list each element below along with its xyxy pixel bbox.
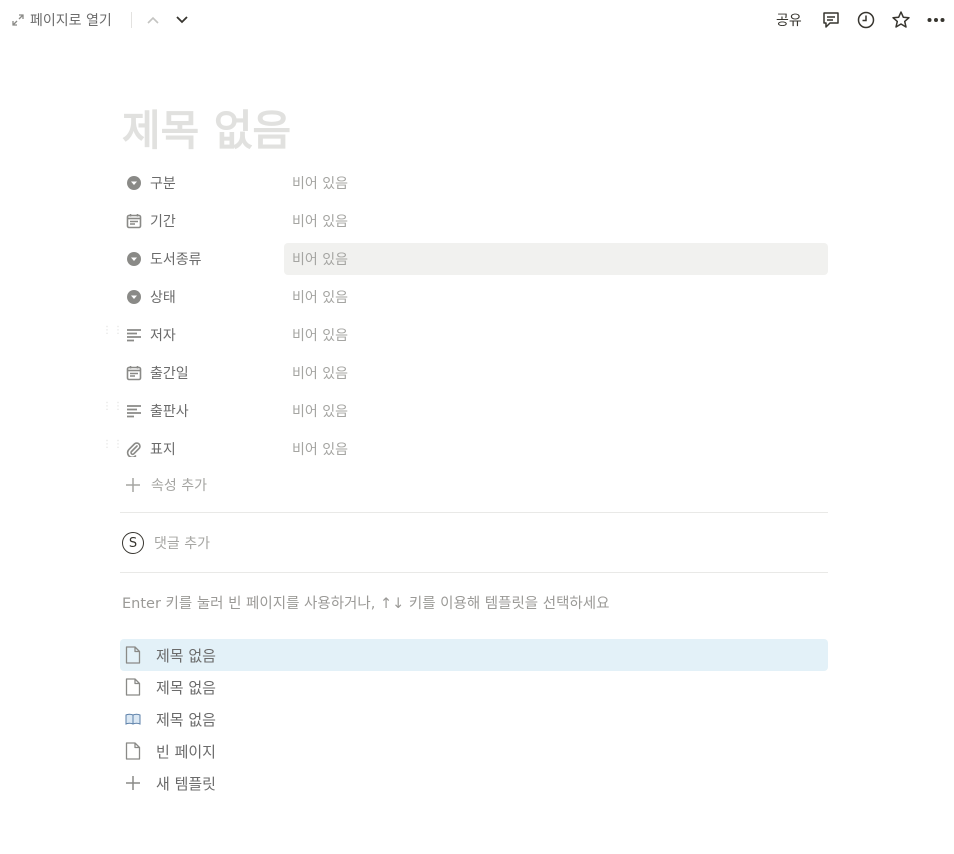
updates-button[interactable]: [855, 9, 877, 31]
select-icon: [126, 289, 142, 305]
property-row: ⋮⋮ 출판사 비어 있음: [102, 392, 828, 430]
page-icon: [124, 678, 142, 696]
plus-icon: [124, 774, 142, 792]
expand-arrows-icon: [12, 14, 24, 26]
calendar-icon: [126, 213, 142, 229]
drag-handle-icon[interactable]: ⋮⋮: [102, 326, 123, 342]
add-comment-field[interactable]: S 댓글 추가: [122, 531, 210, 555]
avatar: S: [122, 532, 144, 554]
property-label: 구분: [150, 176, 176, 192]
divider: [120, 512, 828, 513]
template-item[interactable]: 제목 없음: [120, 671, 828, 703]
property-value[interactable]: 비어 있음: [284, 243, 828, 275]
template-hint: Enter 키를 눌러 빈 페이지를 사용하거나, ↑↓ 키를 이용해 템플릿을…: [122, 596, 610, 612]
property-name-button[interactable]: 상태: [120, 281, 280, 313]
star-icon: [892, 11, 910, 28]
property-row: 상태 비어 있음: [120, 278, 828, 316]
template-item[interactable]: 빈 페이지: [120, 735, 828, 767]
add-property-button[interactable]: 속성 추가: [120, 468, 828, 502]
next-page-button[interactable]: [172, 10, 192, 30]
property-row: 출간일 비어 있음: [120, 354, 828, 392]
text-icon: [126, 327, 142, 343]
property-label: 상태: [150, 290, 176, 306]
property-name-button[interactable]: 출판사: [120, 395, 280, 427]
template-label: 제목 없음: [156, 710, 216, 729]
template-label: 제목 없음: [156, 678, 216, 697]
property-name-button[interactable]: 기간: [120, 205, 280, 237]
property-value[interactable]: 비어 있음: [284, 319, 828, 351]
template-item[interactable]: 제목 없음: [120, 703, 828, 735]
comment-icon: [823, 12, 839, 28]
template-item[interactable]: 제목 없음: [120, 639, 828, 671]
property-row: 기간 비어 있음: [120, 202, 828, 240]
page-icon: [124, 742, 142, 760]
divider: [120, 572, 828, 573]
clock-icon: [857, 11, 875, 29]
top-bar: 페이지로 열기 공유: [0, 0, 954, 40]
property-value[interactable]: 비어 있음: [284, 205, 828, 237]
chevron-down-icon: [176, 16, 188, 24]
property-value[interactable]: 비어 있음: [284, 167, 828, 199]
plus-icon: [126, 478, 140, 492]
open-as-page-button[interactable]: 페이지로 열기: [12, 10, 112, 30]
property-value[interactable]: 비어 있음: [284, 357, 828, 389]
toolbar-divider: [131, 12, 132, 28]
paperclip-icon: [126, 441, 142, 457]
book-icon: [124, 710, 142, 728]
template-list: 제목 없음 제목 없음 제목 없음 빈 페이지 새 템플릿: [120, 639, 828, 799]
property-label: 출간일: [150, 366, 189, 382]
add-property-label: 속성 추가: [151, 478, 207, 494]
property-label: 도서종류: [150, 252, 202, 268]
property-value[interactable]: 비어 있음: [284, 281, 828, 313]
template-label: 빈 페이지: [156, 742, 216, 761]
add-comment-placeholder: 댓글 추가: [154, 536, 210, 552]
new-template-button[interactable]: 새 템플릿: [120, 767, 828, 799]
favorite-button[interactable]: [890, 9, 912, 31]
property-row: 도서종류 비어 있음: [120, 240, 828, 278]
property-label: 저자: [150, 328, 176, 344]
property-value[interactable]: 비어 있음: [284, 395, 828, 427]
page-icon: [124, 646, 142, 664]
property-row: ⋮⋮ 표지 비어 있음: [102, 430, 828, 468]
previous-page-button[interactable]: [143, 10, 163, 30]
page-title[interactable]: 제목 없음: [122, 104, 291, 158]
property-row: 구분 비어 있음: [120, 164, 828, 202]
template-label: 새 템플릿: [156, 774, 216, 793]
property-name-button[interactable]: 도서종류: [120, 243, 280, 275]
property-label: 기간: [150, 214, 176, 230]
share-button[interactable]: 공유: [776, 10, 802, 30]
more-horizontal-icon: [927, 18, 945, 22]
property-row: ⋮⋮ 저자 비어 있음: [102, 316, 828, 354]
open-as-page-label: 페이지로 열기: [30, 13, 112, 29]
property-name-button[interactable]: 구분: [120, 167, 280, 199]
property-name-button[interactable]: 출간일: [120, 357, 280, 389]
property-label: 출판사: [150, 404, 189, 420]
more-options-button[interactable]: [925, 9, 947, 31]
property-label: 표지: [150, 442, 176, 458]
calendar-icon: [126, 365, 142, 381]
select-icon: [126, 175, 142, 191]
comments-button[interactable]: [820, 9, 842, 31]
text-icon: [126, 403, 142, 419]
drag-handle-icon[interactable]: ⋮⋮: [102, 440, 123, 456]
property-list: 구분 비어 있음 기간 비어 있음 도서종류 비어 있음 상태 비어 있음 ⋮⋮…: [102, 164, 828, 502]
select-icon: [126, 251, 142, 267]
property-name-button[interactable]: 표지: [120, 433, 280, 465]
property-value[interactable]: 비어 있음: [284, 433, 828, 465]
drag-handle-icon[interactable]: ⋮⋮: [102, 402, 123, 418]
template-label: 제목 없음: [156, 646, 216, 665]
property-name-button[interactable]: 저자: [120, 319, 280, 351]
chevron-up-icon: [147, 16, 159, 24]
